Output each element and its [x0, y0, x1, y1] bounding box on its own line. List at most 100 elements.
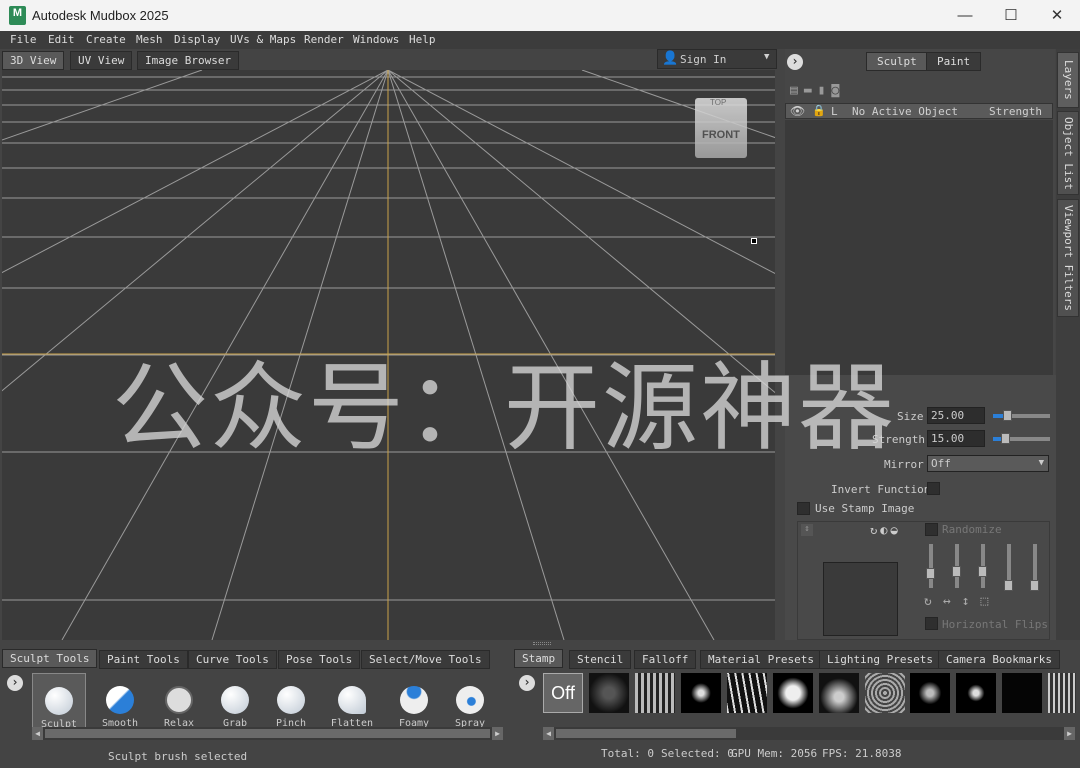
tab-stencil[interactable]: Stencil — [569, 650, 632, 669]
stamp-preview[interactable] — [823, 562, 898, 636]
stamp-stripes[interactable] — [727, 673, 767, 713]
stamp-slider-5[interactable] — [1030, 544, 1039, 591]
status-fps: FPS: 21.8038 — [822, 747, 902, 760]
sign-in-dropdown[interactable]: 👤 Sign In ▼ — [657, 49, 777, 69]
stamp-slider-3[interactable] — [978, 544, 987, 588]
stamp-slider-4[interactable] — [1004, 544, 1013, 591]
tab-camera-bookmarks[interactable]: Camera Bookmarks — [938, 650, 1060, 669]
arrow-vertical-icon: ↕ — [961, 594, 981, 609]
tab-image-browser[interactable]: Image Browser — [137, 51, 240, 70]
foamy-brush[interactable]: Foamy — [387, 673, 441, 728]
stamp-grid[interactable] — [635, 673, 675, 713]
horizontal-flips-checkbox[interactable] — [925, 617, 938, 630]
tab-sculpt-tools[interactable]: Sculpt Tools — [2, 649, 98, 668]
stamp-axis-icons[interactable]: ↻↔↕⬚ — [924, 594, 999, 609]
stamp-noise[interactable] — [589, 673, 629, 713]
flatten-brush[interactable]: Flatten — [325, 673, 379, 728]
smooth-brush[interactable]: Smooth — [93, 673, 147, 728]
stamp-smoke[interactable] — [819, 673, 859, 713]
tab-layers[interactable]: Layers — [1057, 52, 1079, 108]
trash-icon[interactable]: ▮ — [818, 83, 832, 98]
watermark-text: 公众号：开源神器 — [112, 352, 896, 464]
tab-pose-tools[interactable]: Pose Tools — [278, 650, 361, 669]
use-stamp-checkbox[interactable] — [797, 502, 810, 515]
panel-arrow-icon[interactable]: › — [787, 54, 803, 70]
tab-paint-tools[interactable]: Paint Tools — [99, 650, 188, 669]
strength-slider[interactable] — [993, 433, 1050, 444]
sculpt-brush[interactable]: Sculpt — [32, 673, 86, 728]
invert-function-checkbox[interactable] — [927, 482, 940, 495]
relax-brush[interactable]: Relax — [152, 673, 206, 728]
tab-curve-tools[interactable]: Curve Tools — [188, 650, 277, 669]
stamp-transform-icons[interactable]: ↻◐◒ — [870, 523, 901, 537]
stamp-gravel[interactable] — [865, 673, 905, 713]
scroll-right-icon[interactable]: ▶ — [1064, 727, 1075, 740]
size-field[interactable]: 25.00 — [927, 407, 985, 424]
menu-file[interactable]: File — [10, 33, 37, 46]
pivot-marker — [751, 238, 757, 244]
tab-select-move-tools[interactable]: Select/Move Tools — [361, 650, 490, 669]
side-tab-strip: Layers Object List Viewport Filters — [1056, 49, 1080, 640]
folder-icon[interactable]: ▬ — [804, 83, 818, 98]
menu-create[interactable]: Create — [86, 33, 126, 46]
menu-mesh[interactable]: Mesh — [136, 33, 163, 46]
merge-icon[interactable]: ◙ — [831, 83, 845, 98]
scrollbar-thumb[interactable] — [45, 729, 490, 738]
tab-uv-view[interactable]: UV View — [70, 51, 133, 70]
layer-toolbar: ▤▬▮◙ — [790, 83, 845, 98]
mirror-dropdown[interactable]: Off ▼ — [927, 455, 1049, 472]
spray-brush[interactable]: Spray — [443, 673, 497, 728]
size-slider[interactable] — [993, 410, 1050, 421]
stamp-speckle[interactable] — [910, 673, 950, 713]
strength-field[interactable]: 15.00 — [927, 430, 985, 447]
maximize-button[interactable]: ☐ — [988, 0, 1034, 31]
stamp-slider-2[interactable] — [952, 544, 961, 588]
stamp-lines[interactable] — [1048, 673, 1076, 713]
randomize-checkbox[interactable] — [925, 523, 938, 536]
tab-sculpt-mode[interactable]: Sculpt — [866, 52, 928, 71]
stamp-splat[interactable] — [681, 673, 721, 713]
stamp-slider-1[interactable] — [926, 544, 935, 588]
scrollbar-thumb[interactable] — [556, 729, 736, 738]
grab-brush[interactable]: Grab — [208, 673, 262, 728]
pinch-brush[interactable]: Pinch — [264, 673, 318, 728]
tab-viewport-filters[interactable]: Viewport Filters — [1057, 199, 1079, 317]
close-button[interactable]: ✕ — [1034, 0, 1080, 31]
tab-object-list[interactable]: Object List — [1057, 111, 1079, 195]
scroll-right-icon[interactable]: ▶ — [492, 727, 503, 740]
stamp-off-button[interactable]: Off — [543, 673, 583, 713]
lock-icon[interactable]: 🔒 — [812, 104, 826, 117]
eye-icon[interactable]: 👁 — [790, 104, 805, 118]
menu-help[interactable]: Help — [409, 33, 436, 46]
horizontal-flips-label: Horizontal Flips — [942, 618, 1048, 631]
stamp-blob[interactable] — [956, 673, 996, 713]
tab-stamp[interactable]: Stamp — [514, 649, 564, 668]
tab-material-presets[interactable]: Material Presets — [700, 650, 822, 669]
menu-uvs-maps[interactable]: UVs & Maps — [230, 33, 296, 46]
stamp-tray-scrollbar[interactable]: ◀ ▶ — [543, 727, 1075, 740]
menu-display[interactable]: Display — [174, 33, 220, 46]
stamp-toggle-icon[interactable]: ⇕ — [801, 524, 813, 536]
minimize-button[interactable]: — — [942, 0, 988, 31]
stamp-cloud[interactable] — [773, 673, 813, 713]
use-stamp-label: Use Stamp Image — [815, 502, 915, 515]
brush-tray-scrollbar[interactable]: ◀ ▶ — [32, 727, 503, 740]
stamp-dots[interactable] — [1002, 673, 1042, 713]
new-layer-icon[interactable]: ▤ — [790, 83, 804, 98]
scroll-left-icon[interactable]: ◀ — [543, 727, 554, 740]
status-gpu-mem: GPU Mem: 2056 — [731, 747, 818, 760]
tools-arrow-icon[interactable]: › — [7, 675, 23, 691]
scroll-left-icon[interactable]: ◀ — [32, 727, 43, 740]
menu-windows[interactable]: Windows — [353, 33, 399, 46]
tray-resize-handle[interactable] — [533, 642, 551, 645]
menu-edit[interactable]: Edit — [48, 33, 75, 46]
stamp-arrow-icon[interactable]: › — [519, 675, 535, 691]
rotate-icon: ↻ — [924, 594, 943, 609]
viewcube[interactable]: TOP FRONT — [695, 98, 747, 158]
tab-paint-mode[interactable]: Paint — [926, 52, 982, 71]
tab-falloff[interactable]: Falloff — [634, 650, 697, 669]
menu-render[interactable]: Render — [304, 33, 344, 46]
tab-3d-view[interactable]: 3D View — [2, 51, 65, 70]
randomize-label: Randomize — [942, 523, 1002, 536]
tab-lighting-presets[interactable]: Lighting Presets — [819, 650, 941, 669]
